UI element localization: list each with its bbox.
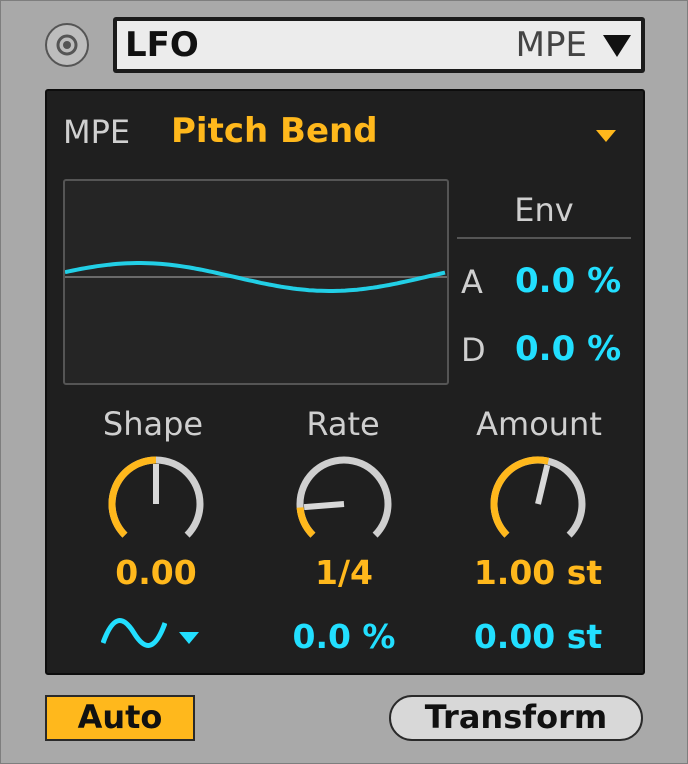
waveform-display <box>63 179 449 385</box>
knob-value-arc <box>108 456 157 538</box>
amount-label: Amount <box>476 405 602 443</box>
power-icon <box>56 34 78 56</box>
auto-button[interactable]: Auto <box>45 695 195 741</box>
device-mode: MPE <box>515 25 587 65</box>
waveform-svg <box>64 261 447 293</box>
amount-knob[interactable] <box>485 451 591 557</box>
env-title: Env <box>514 191 574 229</box>
env-attack-value[interactable]: 0.0 % <box>515 261 621 301</box>
device-power-button[interactable] <box>45 23 89 67</box>
knob-needle <box>303 501 345 511</box>
knob-needle <box>535 464 551 505</box>
rate-mod-value[interactable]: 0.0 % <box>259 617 429 656</box>
shape-knob[interactable] <box>103 451 209 557</box>
shape-label: Shape <box>102 405 204 443</box>
source-dropdown-icon[interactable] <box>595 129 617 143</box>
transform-button[interactable]: Transform <box>389 695 643 741</box>
rate-label: Rate <box>306 405 380 443</box>
source-label: MPE <box>63 113 131 151</box>
env-attack-label: A <box>461 263 483 301</box>
amount-value[interactable]: 1.00 st <box>453 553 623 592</box>
device-frame: LFO MPE MPE Pitch Bend Env A 0.0 % D 0.0… <box>0 0 688 764</box>
device-selector[interactable]: LFO MPE <box>113 17 645 73</box>
shape-value[interactable]: 0.00 <box>71 553 241 592</box>
device-name: LFO <box>125 25 199 65</box>
source-value[interactable]: Pitch Bend <box>171 111 378 151</box>
env-decay-value[interactable]: 0.0 % <box>515 329 621 369</box>
knob-track <box>296 456 392 538</box>
lfo-panel: MPE Pitch Bend Env A 0.0 % D 0.0 % Shape… <box>45 89 645 675</box>
sine-wave-icon <box>100 618 168 648</box>
rate-knob[interactable] <box>291 451 397 557</box>
rate-value[interactable]: 1/4 <box>259 553 429 592</box>
amount-mod-value[interactable]: 0.00 st <box>453 617 623 656</box>
chevron-down-icon <box>603 35 631 57</box>
waveform-selector[interactable] <box>100 613 200 657</box>
waveform-dropdown-icon <box>179 632 200 644</box>
knob-value-arc <box>296 507 316 538</box>
env-divider <box>457 237 631 239</box>
env-decay-label: D <box>461 331 486 369</box>
